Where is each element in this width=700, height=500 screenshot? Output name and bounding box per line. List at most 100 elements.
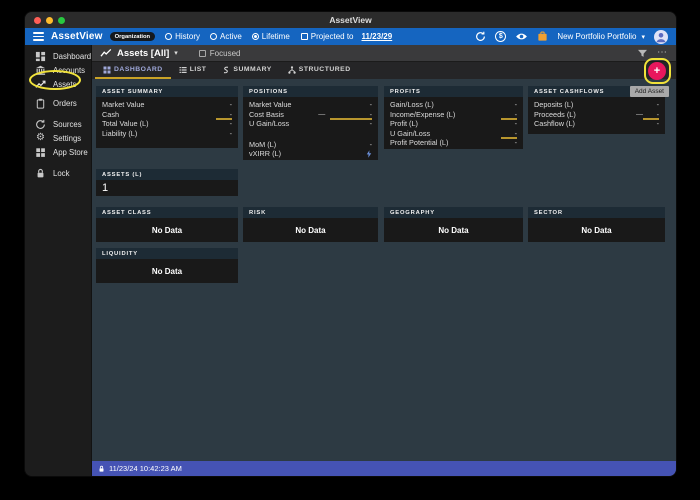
eye-icon[interactable] <box>515 32 528 41</box>
sidebar: Dashboard Accounts Assets <box>25 45 92 476</box>
app-name: AssetView <box>51 31 103 42</box>
chevron-down-icon[interactable]: ▾ <box>641 33 645 41</box>
sync-icon <box>35 119 46 130</box>
panel-title: LIQUIDITY <box>96 248 238 259</box>
panel-positions: POSITIONS Market Value- Cost Basis—- U G… <box>243 86 378 160</box>
statusbar: 11/23/24 10:42:23 AM <box>92 461 676 476</box>
radio-lifetime[interactable]: Lifetime <box>252 32 290 41</box>
padlock-icon <box>35 168 46 179</box>
panel-assets-count: ASSETS (L) 1 <box>96 169 238 196</box>
sidebar-item-dashboard[interactable]: Dashboard <box>25 49 91 63</box>
radio-history[interactable]: History <box>165 32 200 41</box>
stat-row: Market Value- <box>102 100 232 110</box>
stat-row: MoM (L)- <box>249 140 372 150</box>
no-data-label: No Data <box>384 218 523 242</box>
organization-badge: Organization <box>110 32 155 41</box>
titlebar: AssetView <box>25 12 676 28</box>
no-data-label: No Data <box>528 218 665 242</box>
screen: AssetView AssetView Organization History… <box>0 0 700 500</box>
app-topbar: AssetView Organization History Active Li… <box>25 28 676 45</box>
stat-row: Cost Basis—- <box>249 110 372 120</box>
topbar-actions: $ New Portfolio Portfolio ▾ <box>475 30 668 44</box>
assets-scope-selector[interactable]: Assets [All] <box>117 48 169 59</box>
dashboard-panels: ASSET SUMMARY Market Value- Cash- Total … <box>92 79 676 461</box>
sidebar-item-settings[interactable]: ⚙ Settings <box>25 131 91 145</box>
panel-profits: PROFITS Gain/Loss (L)- Income/Expense (L… <box>384 86 523 149</box>
radio-active[interactable]: Active <box>210 32 242 41</box>
assets-count-value: 1 <box>96 180 238 196</box>
gear-icon: ⚙ <box>35 133 46 143</box>
checkbox-icon <box>301 33 308 40</box>
dashboard-grid-icon <box>35 51 46 62</box>
portfolio-selector[interactable]: New Portfolio Portfolio <box>557 32 636 41</box>
panel-risk: RISK No Data <box>243 207 378 242</box>
clipboard-icon <box>35 98 46 109</box>
panel-liquidity: LIQUIDITY No Data <box>96 248 238 283</box>
filter-icon[interactable] <box>637 49 648 58</box>
stat-row: Proceeds (L)—- <box>534 110 659 120</box>
stat-row: U Gain/Loss- <box>249 119 372 129</box>
tree-icon <box>288 66 296 74</box>
no-data-label: No Data <box>96 218 238 242</box>
radio-circle-icon <box>165 33 172 40</box>
radio-circle-icon <box>210 33 217 40</box>
radio-selected-icon <box>252 33 259 40</box>
content-header: Assets [All] ▾ Focused ⋯ <box>92 45 676 61</box>
projected-date-link[interactable]: 11/23/29 <box>362 32 393 41</box>
stat-row: Profit Potential (L)- <box>390 138 517 148</box>
content-area: Assets [All] ▾ Focused ⋯ <box>92 45 676 476</box>
sidebar-item-accounts[interactable]: Accounts <box>25 63 91 77</box>
sidebar-item-assets[interactable]: Assets <box>25 77 91 91</box>
summary-icon <box>222 66 230 74</box>
projected-to-checkbox[interactable]: Projected to <box>301 32 354 41</box>
hamburger-menu-icon[interactable] <box>33 32 44 41</box>
no-data-label: No Data <box>96 259 238 283</box>
stat-row: Total Value (L)- <box>102 119 232 129</box>
tabbar: DASHBOARD LIST SUMMARY <box>92 61 676 79</box>
panel-sector: SECTOR No Data <box>528 207 665 242</box>
sidebar-item-sources[interactable]: Sources <box>25 117 91 131</box>
stat-row: Liability (L)- <box>102 129 232 139</box>
stat-row: Deposits (L)- <box>534 100 659 110</box>
panel-title: ASSET CLASS <box>96 207 238 218</box>
list-icon <box>179 66 187 74</box>
panel-geography: GEOGRAPHY No Data <box>384 207 523 242</box>
window-title: AssetView <box>25 15 676 25</box>
more-options-icon[interactable]: ⋯ <box>657 50 668 56</box>
stat-row: Profit (L)- <box>390 119 517 129</box>
app-window: AssetView AssetView Organization History… <box>25 12 676 476</box>
panel-asset-class: ASSET CLASS No Data <box>96 207 238 242</box>
stat-row: Gain/Loss (L)- <box>390 100 517 110</box>
bank-icon <box>35 65 46 76</box>
sidebar-item-orders[interactable]: Orders <box>25 96 91 110</box>
status-timestamp: 11/23/24 10:42:23 AM <box>109 464 182 473</box>
lock-icon <box>98 465 105 473</box>
trend-chart-icon <box>100 48 112 58</box>
avatar[interactable] <box>654 30 668 44</box>
panel-title: ASSET SUMMARY <box>96 86 238 97</box>
portfolio-icon[interactable] <box>537 31 548 42</box>
panel-title: SECTOR <box>528 207 665 218</box>
sidebar-item-lock[interactable]: Lock <box>25 166 91 180</box>
panel-asset-summary: ASSET SUMMARY Market Value- Cash- Total … <box>96 86 238 148</box>
add-asset-tooltip: Add Asset <box>630 86 669 97</box>
panel-title: PROFITS <box>384 86 523 97</box>
stat-row: vXIRR (L) <box>249 149 372 159</box>
currency-icon[interactable]: $ <box>495 31 506 42</box>
content-header-actions: ⋯ <box>637 49 668 58</box>
add-asset-button[interactable]: + <box>648 62 666 80</box>
sync-icon[interactable] <box>475 31 486 42</box>
stat-row: Cashflow (L)- <box>534 119 659 129</box>
chevron-down-icon[interactable]: ▾ <box>174 49 178 57</box>
tab-dashboard[interactable]: DASHBOARD <box>95 62 171 79</box>
tab-structured[interactable]: STRUCTURED <box>280 62 359 79</box>
grid-icon <box>103 66 111 74</box>
stat-row: Market Value- <box>249 100 372 110</box>
checkbox-icon <box>199 50 206 57</box>
stat-row: Cash- <box>102 110 232 120</box>
sidebar-item-app-store[interactable]: App Store <box>25 145 91 159</box>
panel-title: ASSETS (L) <box>96 169 238 180</box>
tab-list[interactable]: LIST <box>171 62 215 79</box>
tab-summary[interactable]: SUMMARY <box>214 62 279 79</box>
focused-checkbox[interactable]: Focused <box>199 49 241 58</box>
